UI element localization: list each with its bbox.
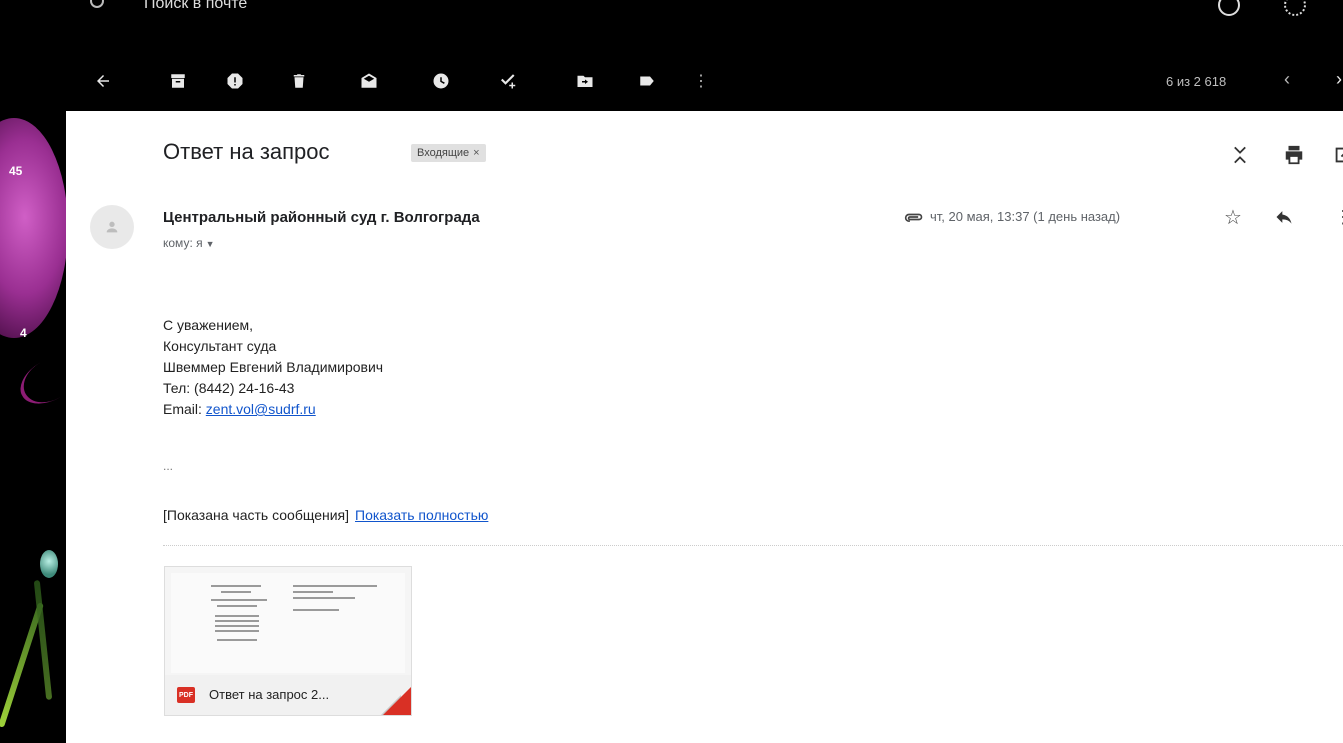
message-panel: Ответ на запрос Входящие × Центральный ра… [66,111,1343,743]
inbox-count: 45 [9,164,23,178]
report-spam-icon[interactable] [224,70,246,92]
search-input[interactable]: Поиск в почте [144,0,247,10]
message-meta: чт, 20 мая, 13:37 (1 день назад) [904,209,1120,224]
recipient-line[interactable]: кому: я ▼ [163,236,215,250]
inbox-label-chip: Входящие × [411,144,486,162]
show-full-link[interactable]: Показать полностью [355,507,488,523]
older-chevron-icon[interactable]: › [1336,69,1342,90]
attachment-footer: PDF Ответ на запрос 2... [165,675,411,715]
details-dropdown-icon[interactable]: ▼ [206,239,215,249]
help-icon[interactable] [1218,0,1240,16]
message-more-icon[interactable]: ⋮ [1334,207,1343,228]
newer-chevron-icon[interactable]: ‹ [1284,69,1290,90]
to-prefix: кому: [163,236,193,250]
email-prefix: Email: [163,401,202,417]
collapse-all-icon[interactable] [1228,143,1252,167]
attachment-thumbnail [171,573,405,673]
label-chip-text: Входящие [417,147,470,159]
message-toolbar: ⋮ 6 из 2 618 ‹ › [66,56,1343,106]
snooze-clock-icon[interactable] [430,70,452,92]
orchid-petal-curl [12,346,66,414]
move-to-folder-icon[interactable] [574,70,596,92]
email-link[interactable]: zent.vol@sudrf.ru [206,401,316,417]
clipped-message-notice: [Показана часть сообщения] Показать полно… [163,507,488,523]
search-bar[interactable]: Поиск в почте [66,0,1343,18]
folder-count: 4 [20,326,27,340]
show-trimmed-content[interactable]: ... [163,459,173,473]
print-icon[interactable] [1282,143,1306,167]
mark-unread-icon[interactable] [358,70,380,92]
reply-icon[interactable] [1274,207,1296,229]
archive-icon[interactable] [167,70,189,92]
attachment-name: Ответ на запрос 2... [209,687,330,702]
more-vertical-icon[interactable]: ⋮ [690,70,712,92]
attachment-card[interactable]: PDF Ответ на запрос 2... [164,566,412,716]
email-subject: Ответ на запрос [163,139,330,164]
sender-name[interactable]: Центральный районный суд г. Волгограда [163,209,480,226]
star-icon[interactable]: ☆ [1224,205,1242,230]
person-icon [106,221,118,233]
search-icon[interactable] [90,0,104,8]
message-date: чт, 20 мая, 13:37 (1 день назад) [930,209,1121,224]
clipped-text: [Показана часть сообщения] [163,507,350,523]
message-body: С уважением, Консультант суда Швеммер Ев… [163,315,383,420]
orchid-petal [0,118,66,338]
body-line: С уважением, [163,317,254,333]
delete-icon[interactable] [288,70,310,92]
add-task-icon[interactable] [496,70,518,92]
wallpaper-strip: 45 4 [0,0,66,743]
flower-bud [40,550,58,578]
pdf-icon: PDF [177,687,195,703]
body-line: Консультант суда [163,338,277,354]
body-line: Тел: (8442) 24-16-43 [163,380,295,396]
remove-label-icon[interactable]: × [473,147,479,159]
flower-stem-2 [33,580,53,700]
body-email-line: Email: zent.vol@sudrf.ru [163,399,383,420]
avatar [90,205,134,249]
pdf-corner-fold [383,687,411,715]
label-tag-icon[interactable] [636,70,658,92]
back-arrow-icon[interactable] [92,70,114,92]
attachment-divider [163,545,1343,546]
open-new-window-icon[interactable] [1331,143,1343,167]
pagination-count: 6 из 2 618 [1166,74,1227,89]
settings-icon[interactable] [1284,0,1306,16]
body-line: Швеммер Евгений Владимирович [163,359,384,375]
attachment-paperclip-icon [904,213,923,222]
to-value: я [196,236,203,250]
